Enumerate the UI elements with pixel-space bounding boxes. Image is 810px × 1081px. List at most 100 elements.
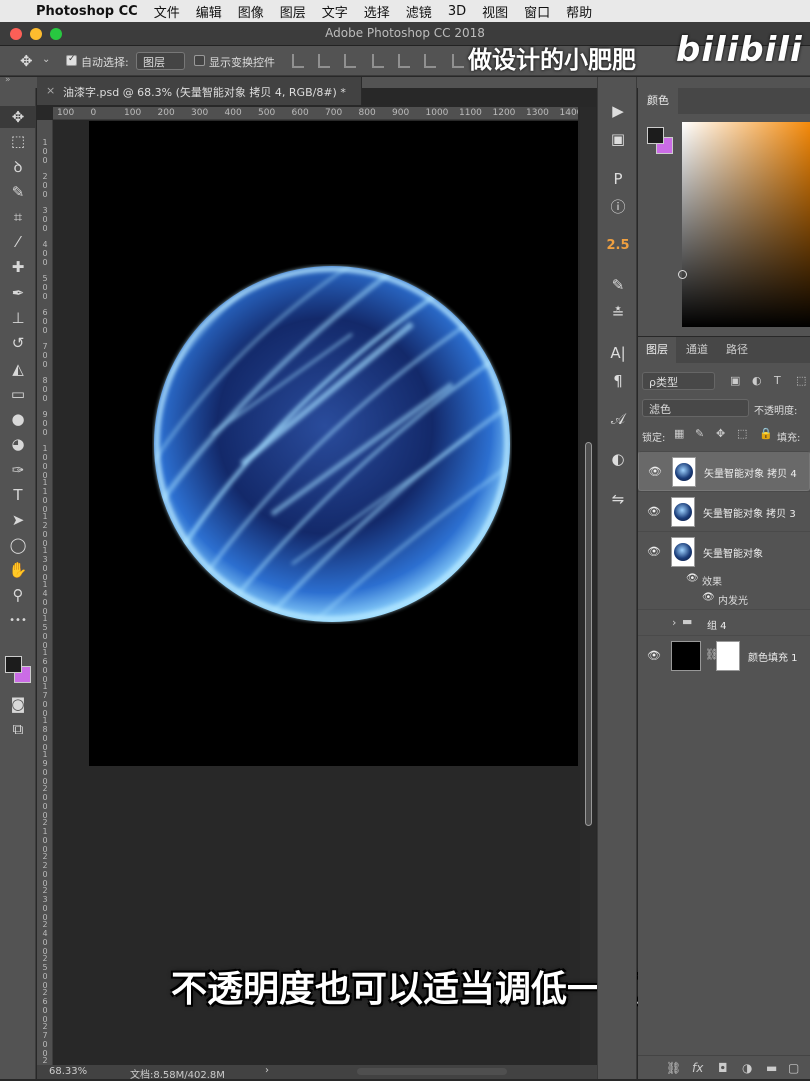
healing-brush-tool[interactable]: ✚ [0, 256, 36, 278]
menu-select[interactable]: 选择 [364, 2, 390, 21]
quick-mask-icon[interactable]: ◙ [0, 693, 36, 715]
info-icon[interactable]: ⓘ [598, 195, 638, 219]
filter-pixel-icon[interactable]: ▣ [730, 374, 740, 387]
screen-mode-icon[interactable]: ⧉ [0, 718, 36, 740]
eyedropper-tool[interactable]: ⁄ [0, 231, 36, 253]
color-picker-marker[interactable] [678, 270, 687, 279]
lock-transparency-icon[interactable]: ▦ [674, 427, 684, 440]
tab-paths[interactable]: 路径 [718, 337, 756, 363]
brush-size-label[interactable]: 2.5 [598, 234, 638, 258]
align-right-icon[interactable] [424, 54, 436, 68]
crop-tool[interactable]: ⌗ [0, 206, 36, 228]
menu-app-name[interactable]: Photoshop CC [36, 4, 138, 19]
type-tool[interactable]: T [0, 484, 36, 506]
menu-view[interactable]: 视图 [482, 2, 508, 21]
eye-icon[interactable]: 👁 [647, 545, 661, 558]
new-adjustment-icon[interactable]: ◑ [742, 1061, 752, 1075]
align-vcenter-icon[interactable] [318, 54, 330, 68]
chevron-down-icon[interactable]: ⌄ [42, 54, 50, 65]
filter-adjust-icon[interactable]: ◐ [752, 374, 762, 387]
navigator-icon[interactable]: ▣ [598, 127, 638, 151]
layer-name[interactable]: 矢量智能对象 拷贝 3 [703, 505, 796, 520]
zoom-tool[interactable]: ⚲ [0, 584, 36, 606]
menu-file[interactable]: 文件 [154, 2, 180, 21]
layer-row[interactable]: 👁 矢量智能对象 拷贝 4 [638, 451, 810, 491]
auto-select-checkbox[interactable] [66, 54, 77, 66]
path-select-tool[interactable]: ➤ [0, 509, 36, 531]
filter-type-icon[interactable]: T [774, 374, 781, 387]
foreground-swatch[interactable] [5, 656, 22, 673]
layer-row[interactable]: 👁 矢量智能对象 [638, 531, 810, 571]
fill-layer-name[interactable]: 颜色填充 1 [748, 649, 798, 664]
canvas-area[interactable] [53, 121, 578, 1065]
blend-mode-dropdown[interactable]: 滤色 [642, 399, 749, 417]
adjust-icon[interactable]: ≛ [598, 301, 638, 325]
link-layers-icon[interactable]: ⛓ [666, 1061, 681, 1075]
eye-icon[interactable]: 👁 [648, 465, 662, 478]
layer-filter-dropdown[interactable]: ρ类型 [642, 372, 715, 390]
show-transform-checkbox[interactable] [194, 55, 205, 66]
lock-artboard-icon[interactable]: ⬚ [737, 427, 747, 440]
tab-color[interactable]: 颜色 [638, 88, 678, 114]
lock-position-icon[interactable]: ✥ [716, 427, 725, 440]
more-tools[interactable]: ••• [0, 610, 36, 632]
move-tool[interactable]: ✥ [0, 106, 36, 128]
add-mask-icon[interactable]: ◘ [718, 1061, 728, 1075]
glyphs-icon[interactable]: 𝒜 [598, 407, 638, 431]
foreground-color-swatch[interactable] [647, 127, 664, 144]
zoom-level[interactable]: 68.33% [49, 1066, 87, 1077]
tab-layers[interactable]: 图层 [638, 337, 676, 363]
document-tab[interactable]: × 油漆字.psd @ 68.3% (矢量智能对象 拷贝 4, RGB/8#) … [37, 77, 362, 105]
dodge-tool[interactable]: ◕ [0, 433, 36, 455]
layer-row[interactable]: 👁 矢量智能对象 拷贝 3 [638, 491, 810, 531]
menu-layer[interactable]: 图层 [280, 2, 306, 21]
marquee-tool[interactable]: ⬚ [0, 130, 36, 152]
new-layer-icon[interactable]: ▢ [788, 1061, 799, 1075]
vertical-scrollbar[interactable] [580, 107, 596, 1065]
lasso-tool[interactable]: ꝺ [0, 156, 36, 178]
horizontal-scrollbar[interactable] [357, 1068, 507, 1075]
fx-icon[interactable]: fx [692, 1061, 703, 1075]
auto-select-target-dropdown[interactable]: 图层 [136, 52, 185, 70]
move-options-icon[interactable]: ✥ [20, 52, 33, 70]
eye-icon[interactable]: 👁 [647, 649, 661, 662]
layer-name[interactable]: 矢量智能对象 [703, 545, 763, 560]
document-canvas[interactable] [89, 121, 578, 766]
align-top-icon[interactable] [292, 54, 304, 68]
status-menu-arrow[interactable]: › [265, 1065, 269, 1076]
blur-tool[interactable]: ● [0, 408, 36, 430]
ellipse-tool[interactable]: ◯ [0, 534, 36, 556]
hand-tool[interactable]: ✋ [0, 559, 36, 581]
layer-name[interactable]: 矢量智能对象 拷贝 4 [704, 465, 797, 480]
menu-help[interactable]: 帮助 [566, 2, 592, 21]
adjustments-icon[interactable]: ◐ [598, 447, 638, 471]
inner-glow-eye-icon[interactable]: 👁 [702, 592, 715, 603]
filter-shape-icon[interactable]: ⬚ [796, 374, 806, 387]
menu-image[interactable]: 图像 [238, 2, 264, 21]
tab-channels[interactable]: 通道 [678, 337, 716, 363]
collapse-left-icon[interactable]: » [5, 75, 11, 85]
close-tab-icon[interactable]: × [46, 84, 55, 97]
color-picker-field[interactable] [678, 122, 810, 327]
brush-settings-icon[interactable]: ✎ [598, 273, 638, 297]
fill-layer-row[interactable]: 👁 ⛓ 颜色填充 1 [638, 635, 810, 675]
expand-group-icon[interactable]: › [672, 616, 676, 629]
properties-icon[interactable]: P [598, 167, 638, 191]
effects-eye-icon[interactable]: 👁 [686, 573, 699, 584]
clone-stamp-tool[interactable]: ⊥ [0, 307, 36, 329]
new-group-icon[interactable]: ▬ [766, 1061, 777, 1075]
quick-select-tool[interactable]: ✎ [0, 181, 36, 203]
lock-paint-icon[interactable]: ✎ [695, 427, 704, 440]
eraser-tool[interactable]: ◭ [0, 358, 36, 380]
group-row[interactable]: › ▬ 组 4 [638, 609, 810, 635]
menu-window[interactable]: 窗口 [524, 2, 550, 21]
menu-filter[interactable]: 滤镜 [406, 2, 432, 21]
menu-3d[interactable]: 3D [448, 4, 466, 19]
character-icon[interactable]: A| [598, 341, 638, 365]
brush-tool[interactable]: ✒ [0, 282, 36, 304]
paragraph-icon[interactable]: ¶ [598, 369, 638, 393]
eye-icon[interactable]: 👁 [647, 505, 661, 518]
align-left-icon[interactable] [372, 54, 384, 68]
styles-icon[interactable]: ⇋ [598, 487, 638, 511]
pen-tool[interactable]: ✑ [0, 459, 36, 481]
